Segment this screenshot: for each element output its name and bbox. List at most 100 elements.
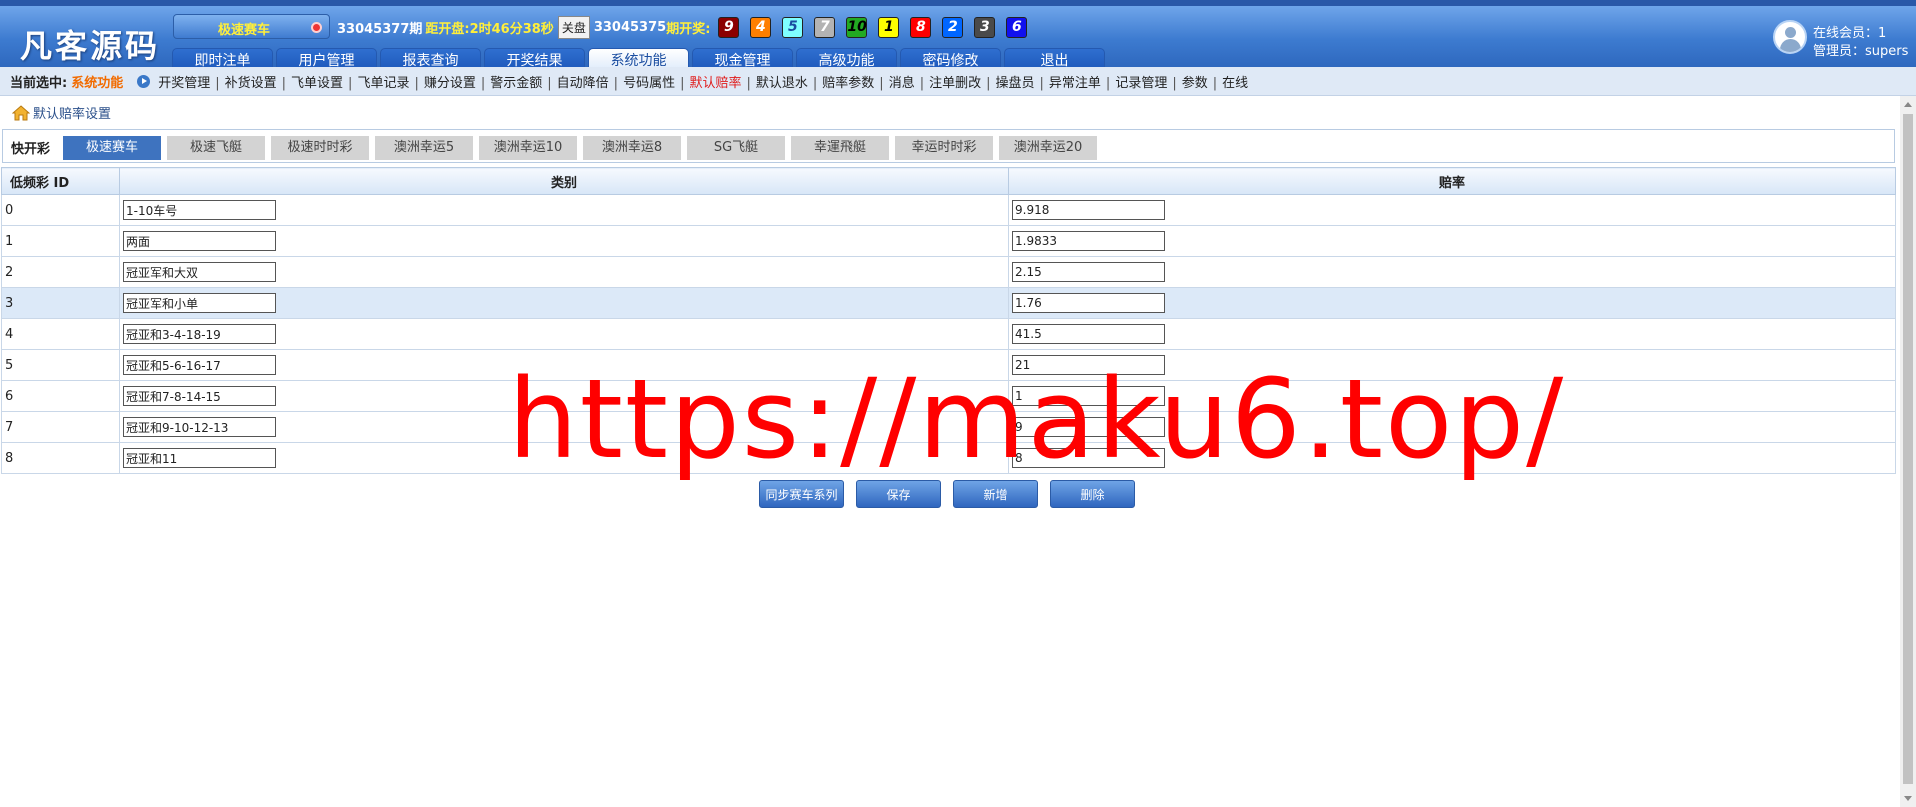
watermark-text: https://maku6.top/ (508, 355, 1566, 483)
sub-nav-link[interactable]: 号码属性 (623, 76, 675, 91)
category-input[interactable] (123, 355, 276, 375)
separator: | (414, 75, 419, 91)
odds-cell (1008, 256, 1896, 288)
row-id: 0 (1, 194, 120, 226)
game-tab[interactable]: 澳洲幸运20 (999, 136, 1097, 160)
sub-nav-link[interactable]: 默认退水 (756, 76, 808, 91)
odds-cell (1008, 318, 1896, 350)
sub-nav-link[interactable]: 开奖管理 (158, 76, 210, 91)
current-game-selector[interactable]: 极速赛车 (173, 14, 330, 39)
category-input[interactable] (123, 293, 276, 313)
odds-cell (1008, 194, 1896, 226)
odds-input[interactable] (1012, 200, 1165, 220)
scroll-down-icon[interactable] (1904, 796, 1912, 801)
column-header-id: 低频彩 ID (1, 167, 120, 195)
sub-nav-link[interactable]: 操盘员 (996, 76, 1035, 91)
odds-input[interactable] (1012, 293, 1165, 313)
row-id: 3 (1, 287, 120, 319)
game-tab[interactable]: 极速赛车 (63, 136, 161, 160)
separator: | (348, 75, 353, 91)
draw-ball: 3 (974, 16, 996, 38)
sync-racing-button[interactable]: 同步赛车系列 (759, 480, 844, 508)
close-market-button[interactable]: 关盘 (557, 15, 590, 39)
sub-nav-link[interactable]: 消息 (889, 76, 915, 91)
separator: | (1172, 75, 1177, 91)
separator: | (215, 75, 220, 91)
game-tab[interactable]: 极速时时彩 (271, 136, 369, 160)
sub-nav-link[interactable]: 异常注单 (1049, 76, 1101, 91)
page-title: 默认赔率设置 (33, 107, 112, 122)
category-input[interactable] (123, 448, 276, 468)
avatar-icon (1773, 20, 1807, 54)
sub-nav-link[interactable]: 赚分设置 (424, 76, 476, 91)
odds-input[interactable] (1012, 262, 1165, 282)
sub-nav-link[interactable]: 注单删改 (929, 76, 981, 91)
draw-ball: 1 (878, 16, 900, 38)
separator: | (812, 75, 818, 91)
draw-ball: 4 (750, 16, 772, 38)
game-tab[interactable]: 澳洲幸运8 (583, 136, 681, 160)
column-header-odds: 赔率 (1008, 167, 1896, 195)
countdown-value: 2时46分38秒 (469, 21, 554, 37)
sub-nav-link[interactable]: 飞单设置 (291, 76, 343, 91)
sub-nav-link[interactable]: 记录管理 (1115, 76, 1167, 91)
odds-input[interactable] (1012, 324, 1165, 344)
row-id: 2 (1, 256, 120, 288)
draw-issue: 33045375 (593, 19, 667, 35)
draw-ball: 6 (1006, 16, 1028, 38)
draw-ball: 9 (718, 16, 740, 38)
sub-nav-link[interactable]: 补货设置 (225, 76, 277, 91)
save-button[interactable]: 保存 (856, 480, 941, 508)
game-group-label: 快开彩 (11, 142, 51, 157)
odds-input[interactable] (1012, 231, 1165, 251)
status-dot-icon (311, 22, 322, 33)
game-tab[interactable]: 澳洲幸运10 (479, 136, 577, 160)
online-members: 在线会员：1 (1813, 26, 1887, 41)
sub-nav-link[interactable]: 自动降倍 (557, 76, 609, 91)
table-row: 4 (1, 318, 1896, 350)
row-id: 6 (1, 380, 120, 412)
game-tab[interactable]: SG飞艇 (687, 136, 785, 160)
game-tab[interactable]: 幸运时时彩 (895, 136, 993, 160)
separator: | (680, 75, 685, 91)
vertical-scrollbar[interactable] (1900, 96, 1916, 807)
category-input[interactable] (123, 262, 276, 282)
separator: | (281, 75, 287, 91)
category-cell (119, 287, 1009, 319)
delete-button[interactable]: 删除 (1050, 480, 1135, 508)
sub-nav-link[interactable]: 参数 (1182, 76, 1208, 91)
sub-nav-link[interactable]: 在线 (1222, 76, 1248, 91)
category-input[interactable] (123, 231, 276, 251)
current-selection-label: 当前选中: (10, 75, 68, 91)
draw-ball: 10 (846, 16, 868, 38)
game-tab[interactable]: 幸運飛艇 (791, 136, 889, 160)
table-row: 0 (1, 194, 1896, 226)
arrow-right-icon (137, 74, 151, 88)
countdown-label: 距开盘: (425, 21, 470, 37)
separator: | (547, 75, 552, 91)
sub-nav-link[interactable]: 默认赔率 (689, 76, 741, 91)
category-input[interactable] (123, 324, 276, 344)
sub-nav-link[interactable]: 赔率参数 (822, 76, 874, 91)
table-row: 2 (1, 256, 1896, 288)
row-id: 7 (1, 411, 120, 443)
category-input[interactable] (123, 417, 276, 437)
odds-cell (1008, 287, 1896, 319)
odds-cell (1008, 225, 1896, 257)
category-input[interactable] (123, 386, 276, 406)
scroll-up-icon[interactable] (1904, 102, 1912, 107)
game-tabs-bar: 快开彩 极速赛车 极速飞艇 极速时时彩 澳洲幸运5 澳洲幸运10 澳洲幸运8 SG飞艇 幸運飛… (2, 129, 1895, 163)
separator: | (480, 75, 486, 91)
add-button[interactable]: 新增 (953, 480, 1038, 508)
table-row: 1 (1, 225, 1896, 257)
separator: | (919, 75, 925, 91)
draw-ball: 8 (910, 16, 932, 38)
sub-nav-link[interactable]: 警示金额 (490, 76, 542, 91)
scroll-thumb[interactable] (1903, 114, 1913, 784)
game-tabs: 极速赛车 极速飞艇 极速时时彩 澳洲幸运5 澳洲幸运10 澳洲幸运8 SG飞艇 幸運飛艇 幸运时… (63, 136, 1097, 160)
sub-nav-link[interactable]: 飞单记录 (357, 76, 409, 91)
game-tab[interactable]: 极速飞艇 (167, 136, 265, 160)
category-cell (119, 194, 1009, 226)
category-input[interactable] (123, 200, 276, 220)
game-tab[interactable]: 澳洲幸运5 (375, 136, 473, 160)
